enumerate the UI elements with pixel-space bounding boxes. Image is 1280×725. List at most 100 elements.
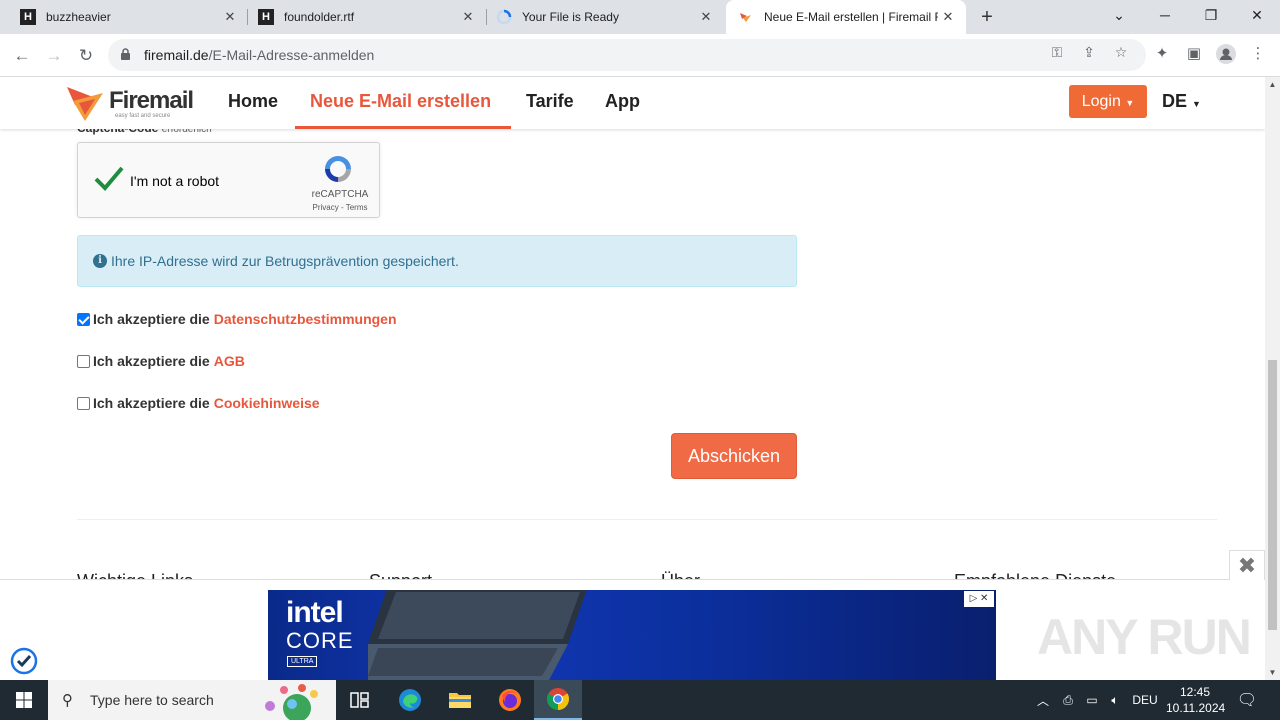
taskbar-clock[interactable]: 12:45 10.11.2024	[1166, 684, 1226, 716]
tab-buzzheavier[interactable]: H buzzheavier ✕	[0, 0, 248, 34]
firemail-logo-icon	[67, 87, 103, 121]
notification-icon[interactable]: 🗨︎	[1232, 680, 1262, 720]
back-icon[interactable]: ←	[10, 44, 34, 68]
close-tab-icon[interactable]: ✕	[938, 9, 958, 25]
logo-tagline: easy fast and secure	[115, 113, 171, 119]
forward-icon[interactable]: →	[42, 44, 66, 68]
close-tab-icon[interactable]: ✕	[220, 9, 240, 25]
browser-toolbar: ← → ↻ firemail.de/E-Mail-Adresse-anmelde…	[0, 34, 1280, 77]
tab-your-file-is-ready[interactable]: Your File is Ready ✕	[476, 0, 724, 34]
tab-title: buzzheavier	[46, 10, 111, 24]
logo-text: Firemail	[109, 87, 194, 114]
agb-link[interactable]: AGB	[214, 353, 245, 369]
agb-checkbox[interactable]	[77, 354, 90, 368]
scroll-down-icon[interactable]: ▼	[1265, 665, 1280, 680]
laptop-image-icon	[368, 590, 587, 680]
info-text: Ihre IP-Adresse wird zur Betrugspräventi…	[111, 253, 459, 269]
shield-check-icon[interactable]	[10, 647, 38, 675]
search-icon: ⚲	[62, 692, 73, 709]
windows-start-icon[interactable]	[0, 680, 48, 720]
keyboard-language[interactable]: DEU	[1130, 680, 1160, 720]
checkbox-label: Ich akzeptiere die	[93, 395, 210, 411]
firefox-icon[interactable]	[486, 680, 534, 720]
windows-taskbar: ⚲ Type here to search ︿ ⎙ ▭ 🔈︎ DEU 12:45…	[0, 680, 1280, 720]
nav-tarife[interactable]: Tarife	[526, 91, 574, 112]
bookmark-star-icon[interactable]: ☆	[1112, 43, 1130, 61]
ad-brand: intel	[286, 596, 344, 629]
h-favicon-icon: H	[258, 9, 274, 25]
privacy-checkbox[interactable]	[77, 312, 90, 326]
address-bar[interactable]: firemail.de/E-Mail-Adresse-anmelden	[108, 39, 1146, 71]
tab-title: Your File is Ready	[522, 10, 619, 24]
agb-checkbox-row: Ich akzeptiere die AGB	[77, 353, 245, 369]
recaptcha-terms-link[interactable]: Privacy - Terms	[306, 203, 374, 212]
side-panel-icon[interactable]: ▣	[1184, 44, 1204, 64]
h-favicon-icon: H	[20, 9, 36, 25]
profile-icon[interactable]	[1216, 44, 1236, 64]
web-page: Firemail easy fast and secure Home Neue …	[0, 77, 1265, 680]
ad-close-icon[interactable]: ✖	[1229, 550, 1265, 580]
nav-home[interactable]: Home	[228, 91, 278, 112]
close-window-icon[interactable]: ✕	[1234, 0, 1280, 30]
intel-ad[interactable]: intel CORE ULTRA ▷ ✕	[268, 590, 996, 680]
firemail-logo[interactable]: Firemail easy fast and secure	[65, 81, 195, 125]
nav-neue-email[interactable]: Neue E-Mail erstellen	[310, 91, 491, 112]
cookie-checkbox-row: Ich akzeptiere die Cookiehinweise	[77, 395, 320, 411]
clock-time: 12:45	[1179, 685, 1211, 699]
submit-button[interactable]: Abschicken	[671, 433, 797, 479]
tab-title: Neue E-Mail erstellen | Firemail F	[764, 10, 938, 24]
minimize-icon[interactable]: ─	[1142, 0, 1188, 30]
new-tab-icon[interactable]: +	[976, 6, 998, 28]
caret-down-icon: ▼	[1125, 98, 1135, 108]
browser-tab-strip: H buzzheavier ✕ H foundolder.rtf ✕ Your …	[0, 0, 1280, 34]
anyrun-watermark: ANY RUN	[1037, 609, 1252, 665]
caret-down-icon: ▼	[1192, 99, 1201, 109]
adchoices-icon[interactable]: ▷ ✕	[964, 591, 994, 607]
active-nav-underline	[295, 126, 511, 129]
edge-icon[interactable]	[386, 680, 434, 720]
extensions-icon[interactable]: ✦	[1152, 44, 1172, 64]
network-icon[interactable]: ▭	[1082, 680, 1102, 720]
close-tab-icon[interactable]: ✕	[458, 9, 478, 25]
recaptcha-brand: reCAPTCHA	[311, 189, 369, 200]
ad-product: CORE	[286, 628, 354, 653]
chrome-icon[interactable]	[534, 680, 582, 720]
firemail-icon	[738, 9, 754, 25]
scrollbar-thumb[interactable]	[1268, 360, 1277, 630]
checkbox-label: Ich akzeptiere die	[93, 353, 210, 369]
lock-icon	[120, 48, 132, 62]
file-explorer-icon[interactable]	[436, 680, 484, 720]
volume-icon[interactable]: 🔈︎	[1104, 680, 1126, 720]
datenschutz-link[interactable]: Datenschutzbestimmungen	[214, 311, 397, 327]
cookie-checkbox[interactable]	[77, 396, 90, 410]
info-icon: i	[93, 254, 107, 268]
tab-firemail[interactable]: Neue E-Mail erstellen | Firemail F ✕	[726, 0, 966, 34]
taskbar-search-box[interactable]: ⚲ Type here to search	[48, 680, 336, 720]
checkmark-icon	[94, 166, 124, 191]
ip-info-alert: i Ihre IP-Adresse wird zur Betrugspräven…	[77, 235, 797, 287]
reload-icon[interactable]: ↻	[74, 44, 98, 68]
page-scrollbar[interactable]: ▲ ▼	[1265, 77, 1280, 680]
recaptcha-logo-icon	[325, 156, 351, 182]
close-tab-icon[interactable]: ✕	[696, 9, 716, 25]
tray-expand-icon[interactable]: ︿	[1034, 680, 1052, 720]
cookiehinweise-link[interactable]: Cookiehinweise	[214, 395, 320, 411]
scroll-up-icon[interactable]: ▲	[1265, 77, 1280, 92]
tab-foundolder[interactable]: H foundolder.rtf ✕	[238, 0, 486, 34]
key-icon[interactable]: ⚿	[1048, 43, 1066, 61]
meet-now-icon[interactable]: ⎙	[1058, 680, 1078, 720]
task-view-icon[interactable]	[336, 680, 384, 720]
clock-date: 10.11.2024	[1166, 701, 1226, 715]
login-button[interactable]: Login ▼	[1069, 85, 1147, 118]
nav-app[interactable]: App	[605, 91, 640, 112]
url-text: firemail.de/E-Mail-Adresse-anmelden	[144, 47, 375, 63]
menu-kebab-icon[interactable]: ⋮	[1248, 44, 1268, 64]
share-icon[interactable]: ⇪	[1080, 43, 1098, 61]
privacy-checkbox-row: Ich akzeptiere die Datenschutzbestimmung…	[77, 311, 397, 327]
language-selector[interactable]: DE ▼	[1162, 91, 1201, 112]
recaptcha-widget[interactable]: I'm not a robot reCAPTCHA Privacy - Term…	[77, 142, 380, 218]
tab-search-chevron-icon[interactable]: ⌄	[1096, 0, 1142, 30]
checkbox-label: Ich akzeptiere die	[93, 311, 210, 327]
restore-icon[interactable]: ❐	[1188, 0, 1234, 30]
site-header: Firemail easy fast and secure Home Neue …	[0, 77, 1265, 129]
